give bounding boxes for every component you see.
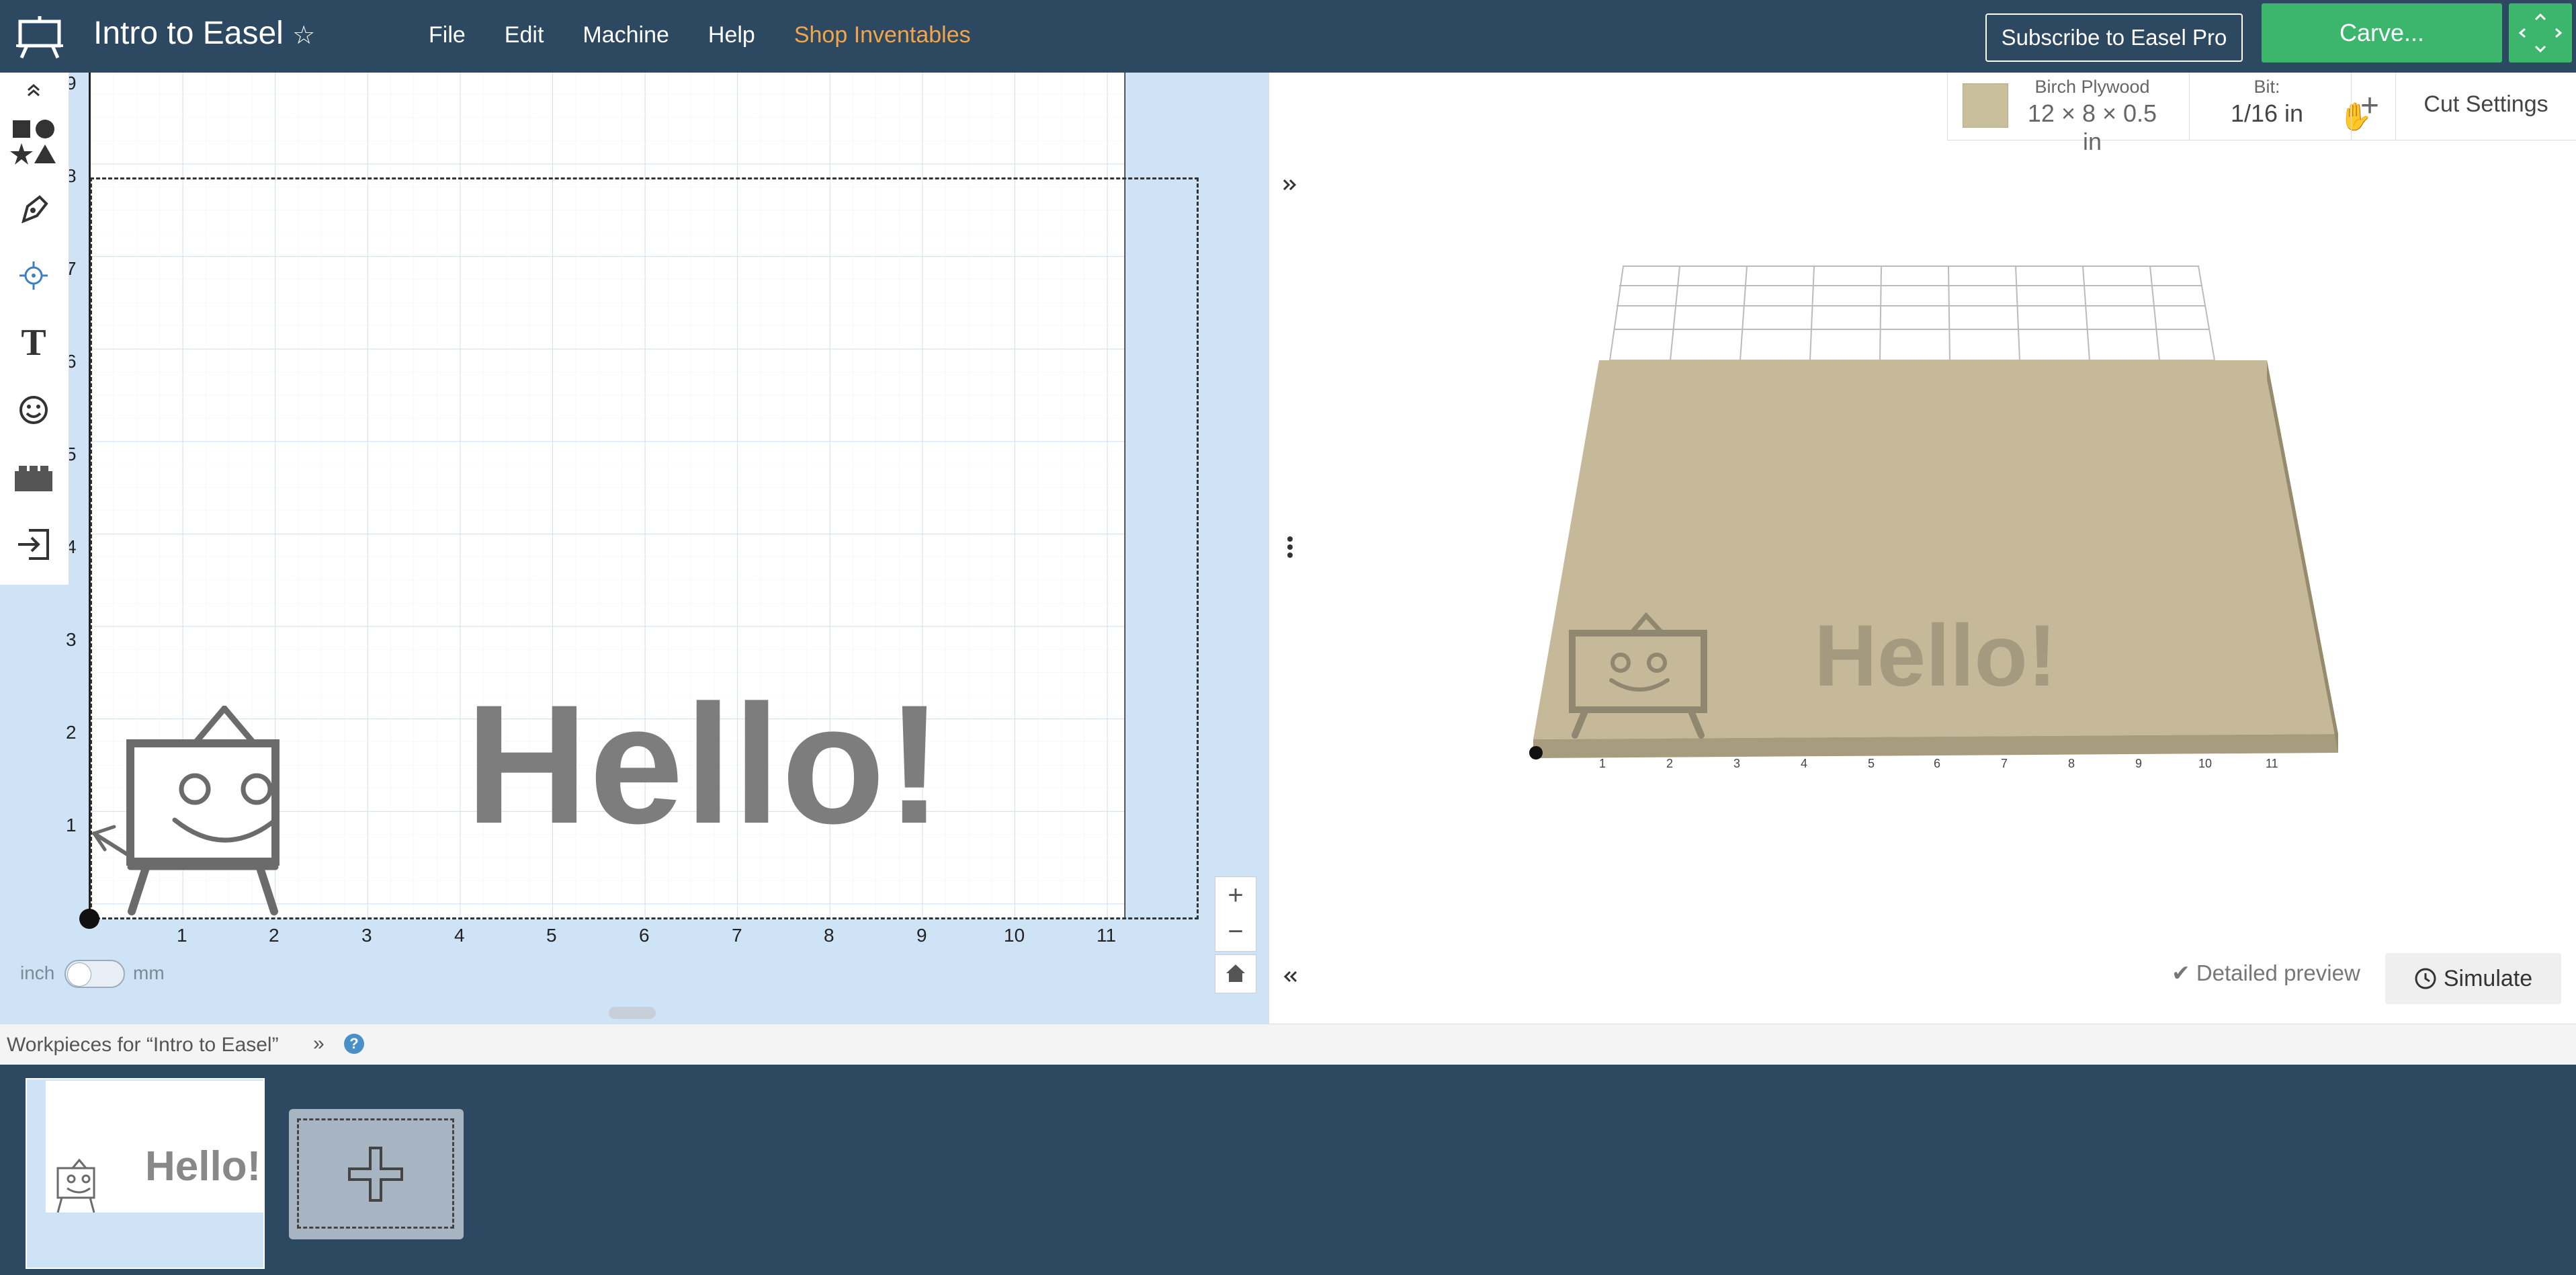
subscribe-pro-button[interactable]: Subscribe to Easel Pro: [1985, 13, 2243, 62]
x-label: 10: [1004, 925, 1025, 946]
preview-axis-label: 5: [1868, 757, 1875, 770]
3d-preview-board[interactable]: Hello! 1 2 3 4 5 6 7 8 9 10 11: [1518, 255, 2365, 780]
carve-button[interactable]: Carve...: [2262, 3, 2502, 63]
design-toolbar: T: [0, 73, 69, 585]
horizontal-scrollbar-thumb[interactable]: [609, 1007, 656, 1019]
menu-help[interactable]: Help: [708, 19, 755, 51]
panel-splitter[interactable]: [1269, 73, 1312, 1024]
x-label: 11: [1097, 925, 1117, 946]
menu-machine[interactable]: Machine: [583, 19, 669, 51]
preview-axis-label: 6: [1934, 757, 1940, 770]
workpieces-title[interactable]: Workpieces for “Intro to Easel”: [7, 1034, 279, 1057]
x-label: 5: [546, 925, 557, 946]
x-label: 8: [824, 925, 834, 946]
x-label: 9: [916, 925, 927, 946]
x-label: 7: [732, 925, 742, 946]
smiley-icon: [19, 396, 48, 424]
check-icon: ✔: [2172, 960, 2190, 985]
zoom-home-button[interactable]: [1215, 954, 1256, 993]
x-label: 1: [177, 925, 187, 946]
chevron-down-double-icon[interactable]: »: [313, 1032, 325, 1055]
apps-tool[interactable]: [0, 444, 67, 511]
pen-tool[interactable]: [0, 175, 67, 242]
workpieces-header: Workpieces for “Intro to Easel” » ?: [0, 1024, 2576, 1065]
material-settings-bar: Birch Plywood 12 × 8 × 0.5 in Bit: 1/16 …: [1947, 73, 2576, 155]
main-menu: File Edit Machine Help Shop Inventables: [429, 19, 1010, 51]
import-icon: [18, 529, 49, 560]
expand-right-icon[interactable]: [1280, 175, 1300, 195]
material-dimensions[interactable]: 12 × 8 × 0.5 in: [2015, 99, 2170, 156]
lego-brick-icon: [15, 466, 52, 491]
zoom-controls: + −: [1215, 876, 1256, 952]
preview-axis-label: 7: [2001, 757, 2008, 770]
add-workpiece-button[interactable]: [289, 1109, 464, 1239]
shapes-tool[interactable]: [0, 108, 67, 175]
preview-axis-label: 9: [2135, 757, 2142, 770]
material-name[interactable]: Birch Plywood: [2015, 77, 2170, 97]
text-t-icon: T: [21, 322, 46, 364]
unit-inch-label: inch: [20, 962, 55, 983]
detailed-preview-label: Detailed preview: [2196, 960, 2360, 985]
hello-text-shape[interactable]: Hello!: [466, 677, 944, 852]
pen-icon: [22, 195, 48, 224]
menu-file[interactable]: File: [429, 19, 466, 51]
bit-value[interactable]: 1/16 in: [2190, 99, 2344, 128]
shapes-icon: [10, 120, 56, 165]
workpiece-thumbnail[interactable]: Hello!: [26, 1078, 265, 1269]
preview-axis-label: 8: [2068, 757, 2075, 770]
point-tool[interactable]: [0, 242, 67, 309]
fullscreen-button[interactable]: [2509, 3, 2572, 63]
crosshair-icon: [19, 261, 48, 290]
material-swatch[interactable]: [1963, 83, 2008, 128]
add-bit-button[interactable]: +: [2360, 87, 2379, 124]
y-label: 2: [66, 722, 77, 743]
unit-mm-label: mm: [133, 962, 165, 983]
preview-axis-label: 11: [2266, 757, 2278, 770]
favorite-star-icon[interactable]: ☆: [292, 22, 315, 50]
preview-axis-label: 3: [1733, 757, 1740, 770]
x-label: 6: [639, 925, 650, 946]
home-icon: [1226, 964, 1245, 982]
icons-tool[interactable]: [0, 376, 67, 444]
help-icon[interactable]: ?: [344, 1034, 364, 1054]
x-label: 4: [454, 925, 465, 946]
simulate-button[interactable]: Simulate: [2385, 953, 2561, 1004]
y-label: 3: [66, 629, 77, 650]
bit-label: Bit:: [2253, 77, 2280, 97]
simulate-label: Simulate: [2443, 965, 2533, 991]
x-label: 3: [361, 925, 372, 946]
preview-axis-label: 4: [1801, 757, 1807, 770]
cut-settings-button[interactable]: Cut Settings: [2397, 91, 2575, 118]
clock-icon: [2415, 968, 2436, 989]
project-title-text: Intro to Easel: [93, 15, 284, 51]
menu-edit[interactable]: Edit: [505, 19, 544, 51]
menu-shop-inventables[interactable]: Shop Inventables: [794, 19, 971, 51]
easel-robot-shape[interactable]: [87, 704, 329, 921]
expand-arrows-icon: [2518, 13, 2563, 53]
expand-left-icon[interactable]: [1280, 966, 1300, 987]
workpieces-tray: Hello!: [0, 1065, 2576, 1275]
preview-hello-text: Hello!: [1814, 606, 2057, 704]
preview-axis-label: 1: [1599, 757, 1606, 770]
collapse-toolbar-button[interactable]: [0, 73, 67, 108]
x-label: 2: [269, 925, 280, 946]
easel-logo-icon[interactable]: [16, 15, 63, 59]
unit-toggle[interactable]: [65, 960, 125, 988]
y-label: 1: [66, 815, 77, 835]
plus-icon: [348, 1147, 403, 1202]
text-tool[interactable]: T: [0, 309, 67, 376]
project-title[interactable]: Intro to Easel ☆: [93, 13, 315, 56]
thumbnail-robot-icon: [56, 1159, 95, 1213]
detailed-preview-toggle[interactable]: ✔ Detailed preview: [2172, 960, 2360, 986]
preview-axis-label: 10: [2198, 757, 2212, 770]
preview-axis-label: 2: [1666, 757, 1673, 770]
zoom-out-button[interactable]: −: [1215, 913, 1256, 950]
drag-handle-icon[interactable]: [1284, 534, 1296, 561]
chevron-up-double-icon: [28, 84, 40, 97]
import-tool[interactable]: [0, 511, 67, 578]
zoom-in-button[interactable]: +: [1215, 877, 1256, 913]
thumbnail-text: Hello!: [145, 1143, 261, 1190]
